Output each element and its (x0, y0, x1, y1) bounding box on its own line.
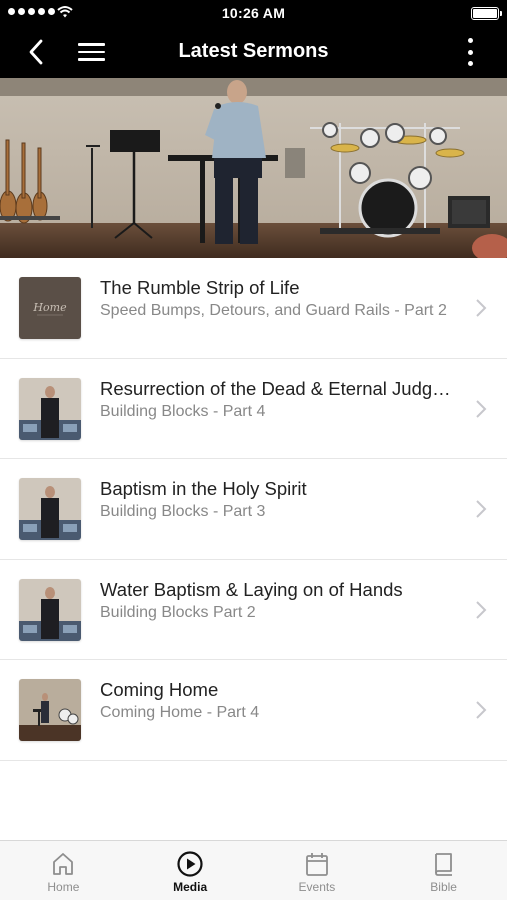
sermon-subtitle: Building Blocks - Part 4 (100, 402, 266, 420)
sermon-thumbnail (19, 679, 81, 741)
home-icon (53, 853, 74, 875)
sermon-row[interactable]: Coming Home Coming Home - Part 4 (0, 660, 507, 761)
tab-media[interactable]: Media (127, 841, 254, 900)
sermon-thumbnail (19, 578, 81, 641)
sermon-row[interactable]: Water Baptism & Laying on of Hands Build… (0, 559, 507, 660)
status-time: 10:26 AM (221, 5, 286, 21)
sermon-row[interactable]: Home The Rumble Strip of Life Speed Bump… (0, 258, 507, 359)
sermon-subtitle: Speed Bumps, Detours, and Guard Rails - … (100, 302, 447, 319)
chevron-right-icon (476, 399, 487, 418)
chevron-right-icon (476, 600, 487, 619)
tab-media-label: Media (173, 880, 208, 894)
chevron-right-icon (476, 701, 487, 719)
sermon-subtitle: Building Blocks - Part 3 (100, 503, 266, 520)
tab-home[interactable]: Home (0, 841, 127, 900)
sermon-row[interactable]: Baptism in the Holy Spirit Building Bloc… (0, 459, 507, 560)
calendar-icon (305, 853, 328, 876)
thumbnail-logo-text: Home (32, 301, 67, 314)
nav-bar: Latest Sermons (0, 26, 507, 78)
sermon-title: Resurrection of the Dead & Eternal Judgm… (100, 377, 459, 399)
chevron-right-icon (476, 500, 487, 518)
sermon-subtitle: Coming Home - Part 4 (100, 704, 260, 721)
status-bar: 10:26 AM (0, 0, 507, 26)
sermon-title: The Rumble Strip of Life (100, 277, 300, 298)
tab-home-label: Home (47, 880, 80, 894)
tab-bar: Home Media Events Bible (0, 840, 507, 900)
tab-bible-label: Bible (430, 880, 457, 894)
more-options-icon[interactable] (465, 38, 475, 66)
tab-bible[interactable]: Bible (380, 841, 507, 900)
hero-image[interactable] (0, 78, 507, 258)
sermon-thumbnail: Home (19, 277, 81, 339)
sermon-thumbnail (19, 377, 81, 440)
chevron-right-icon (476, 299, 487, 317)
play-circle-icon (177, 851, 203, 877)
book-icon (434, 853, 452, 876)
sermon-title: Water Baptism & Laying on of Hands (100, 578, 403, 600)
sermon-thumbnail (19, 478, 81, 540)
tab-events-label: Events (298, 880, 336, 894)
hero-stage-illustration (0, 78, 507, 258)
battery-icon (471, 7, 502, 20)
sermon-title: Coming Home (100, 679, 219, 700)
sermon-row[interactable]: Resurrection of the Dead & Eternal Judgm… (0, 358, 507, 459)
sermon-subtitle: Building Blocks Part 2 (100, 603, 256, 621)
page-title: Latest Sermons (178, 40, 329, 62)
tab-events[interactable]: Events (254, 841, 381, 900)
sermon-list: Home The Rumble Strip of Life Speed Bump… (0, 258, 507, 761)
sermon-title: Baptism in the Holy Spirit (100, 478, 307, 499)
